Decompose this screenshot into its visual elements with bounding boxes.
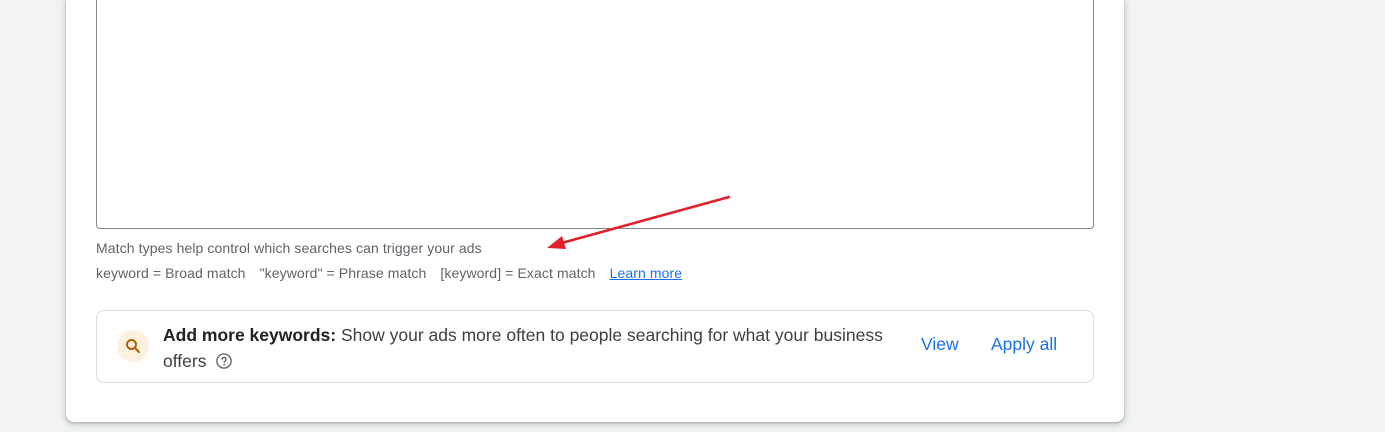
apply-all-button[interactable]: Apply all [991, 334, 1057, 355]
search-icon [117, 330, 149, 362]
add-keywords-suggestion: Add more keywords: Show your ads more of… [96, 310, 1094, 383]
learn-more-link[interactable]: Learn more [610, 265, 683, 281]
broad-match-label: keyword = Broad match [96, 265, 246, 281]
keywords-textarea[interactable] [96, 0, 1094, 229]
suggestion-text: Add more keywords: Show your ads more of… [163, 322, 913, 377]
match-types-help-text: Match types help control which searches … [96, 240, 482, 256]
match-types-legend: keyword = Broad match "keyword" = Phrase… [96, 265, 682, 281]
view-button[interactable]: View [921, 334, 959, 355]
phrase-match-label: "keyword" = Phrase match [259, 265, 427, 281]
keywords-card: Match types help control which searches … [66, 0, 1124, 422]
suggestion-title: Add more keywords: [163, 325, 337, 345]
help-icon[interactable] [215, 351, 233, 377]
exact-match-label: [keyword] = Exact match [440, 265, 596, 281]
